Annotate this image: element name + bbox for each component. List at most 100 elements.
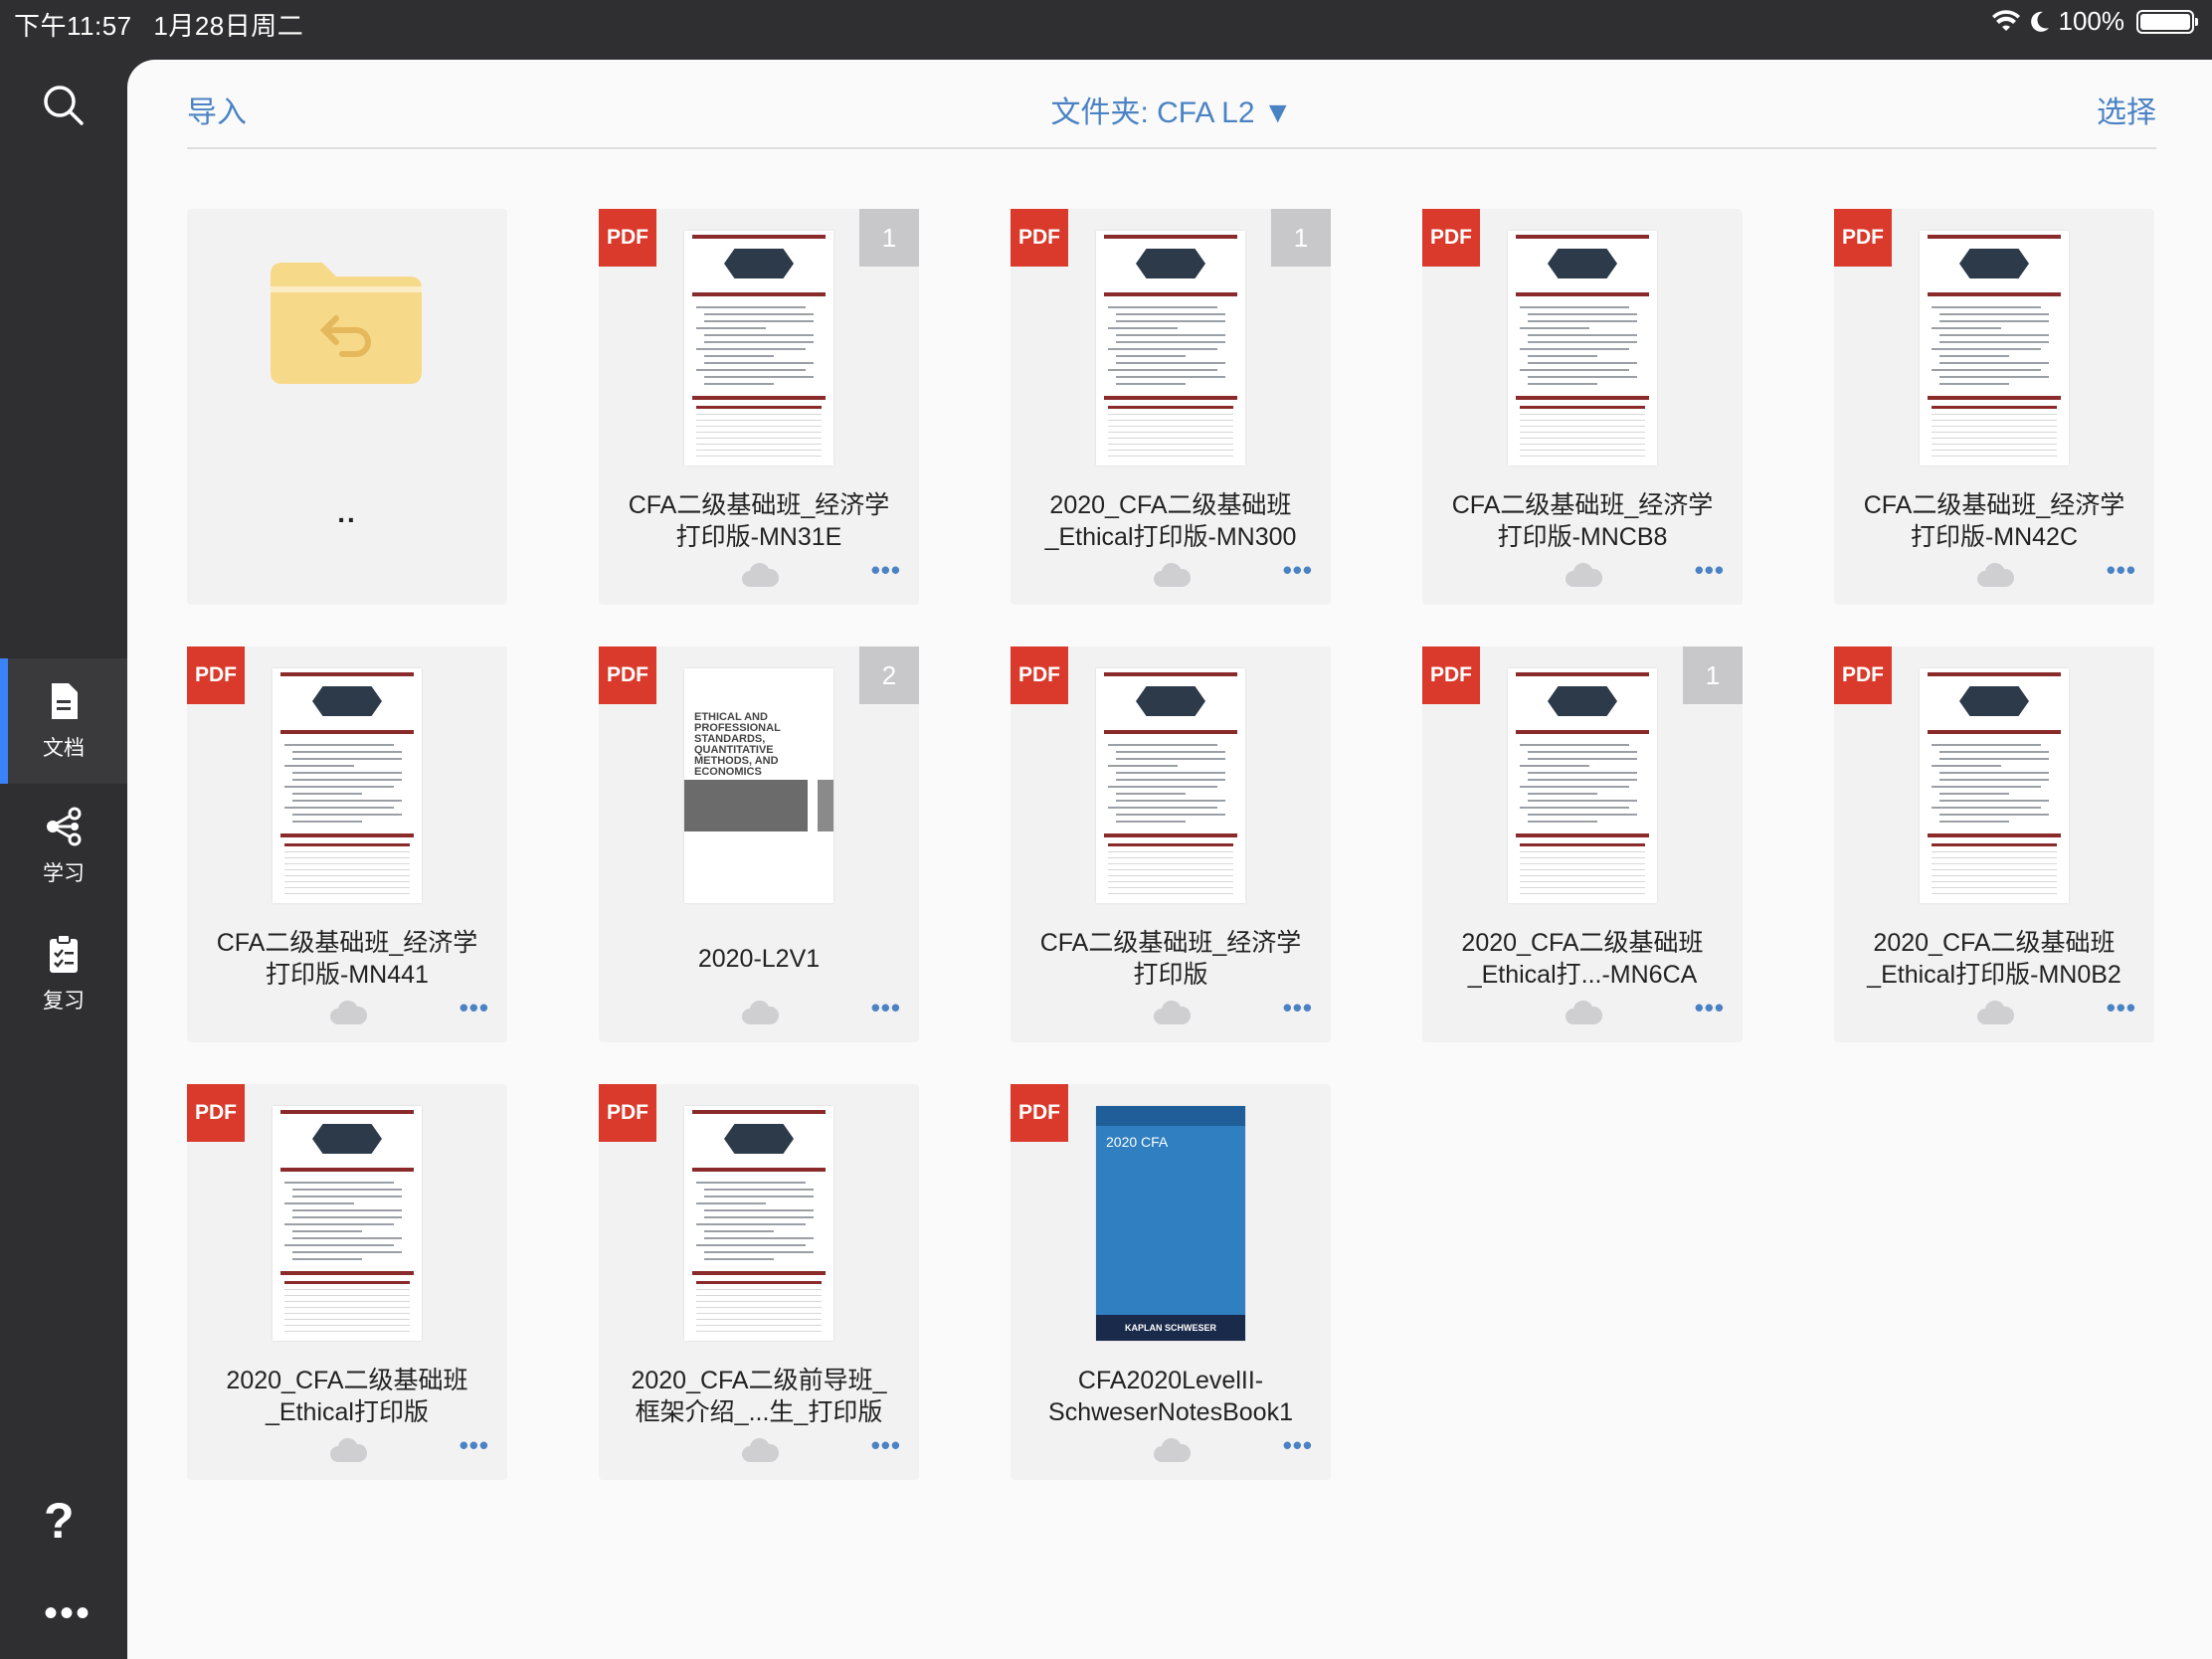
more-options-button[interactable]: •••	[460, 1430, 489, 1461]
thumb-divider-bar	[280, 730, 414, 734]
thumb-text-line	[1116, 383, 1186, 385]
cloud-icon	[1566, 1001, 1602, 1024]
thumb-divider-bar	[280, 1168, 414, 1172]
thumb-text-line	[1116, 334, 1225, 336]
more-options-button[interactable]: •••	[1695, 555, 1725, 586]
thumb-text-line	[1528, 751, 1637, 753]
thumb-text-line	[1528, 821, 1597, 823]
thumb-text-line	[704, 376, 814, 378]
status-time-text: 下午11:57	[14, 11, 132, 41]
thumb-text-line	[1108, 786, 1217, 788]
document-thumbnail	[1920, 231, 2069, 465]
more-options-button[interactable]: •••	[1283, 1430, 1313, 1461]
thumb-text-line	[292, 772, 402, 774]
more-options-button[interactable]: •••	[871, 555, 901, 586]
thumb-header-bar	[1104, 672, 1237, 676]
thumb-text-line	[1116, 821, 1186, 823]
folder-back-icon	[271, 263, 422, 384]
document-card[interactable]: PDF 2020 CFA KAPLAN SCHWESER CFA2020LevelII…	[1011, 1084, 1331, 1480]
more-options-button[interactable]: •••	[2107, 555, 2136, 586]
sidebar-item-review[interactable]: 复习	[0, 911, 127, 1036]
thumb-text-line	[1528, 814, 1637, 816]
document-card[interactable]: PDF CFA二级基础班_经济学 打印版 •••	[1011, 646, 1331, 1042]
document-card[interactable]: PDF 2 ETHICAL AND PROFESSIONAL STANDARDS, …	[599, 646, 919, 1042]
document-card[interactable]: PDF 2020_CFA二级基础班 _Ethical打印版 •••	[187, 1084, 507, 1480]
thumb-hexagon-title	[724, 1124, 794, 1154]
thumb-text-line	[1108, 327, 1178, 329]
status-right: 100%	[1991, 6, 2198, 37]
cover-header-band	[1096, 1106, 1245, 1126]
thumb-text-line	[696, 369, 806, 371]
cover-title-text: 2020 CFA	[1106, 1134, 1169, 1150]
thumb-text-line	[1939, 758, 2049, 760]
thumb-text-line	[1939, 814, 2049, 816]
main-panel: 导入 文件夹: CFA L2 ▼ 选择 .. PDF 1 CFA二级基础班_经济学 打…	[127, 60, 2212, 1659]
thumb-text-line	[1939, 779, 2049, 781]
thumb-text-line	[1528, 772, 1637, 774]
wifi-icon	[1991, 9, 2020, 31]
thumb-divider-bar	[692, 1168, 826, 1172]
document-thumbnail	[273, 1106, 422, 1341]
document-thumbnail	[1096, 668, 1245, 903]
sidebar-item-study[interactable]: 学习	[0, 784, 127, 909]
thumb-text-line	[1520, 786, 1629, 788]
pdf-badge: PDF	[599, 1084, 656, 1142]
document-card[interactable]: PDF CFA二级基础班_经济学 打印版-MNCB8 •••	[1422, 209, 1743, 605]
thumb-text-line	[704, 334, 814, 336]
thumb-text-line	[704, 313, 814, 315]
thumb-text-line	[1116, 800, 1225, 802]
thumb-text-line	[1116, 758, 1225, 760]
document-card[interactable]: PDF 1 2020_CFA二级基础班 _Ethical打...-MN6CA •••	[1422, 646, 1743, 1042]
thumb-text-line	[1528, 779, 1637, 781]
more-options-button[interactable]: •••	[1283, 993, 1313, 1023]
document-card[interactable]: PDF CFA二级基础班_经济学 打印版-MN441 •••	[187, 646, 507, 1042]
select-button[interactable]: 选择	[2097, 88, 2156, 131]
sidebar-item-documents[interactable]: 文档	[0, 658, 127, 784]
thumb-text-line	[1528, 383, 1597, 385]
more-options-button[interactable]: •••	[2107, 993, 2136, 1023]
document-title: 2020-L2V1	[697, 945, 821, 973]
more-options-button[interactable]: •••	[460, 993, 489, 1023]
thumb-header-bar	[280, 1110, 414, 1114]
folder-title-dropdown[interactable]: 文件夹: CFA L2 ▼	[187, 88, 2156, 131]
thumb-text-line	[1939, 362, 2049, 364]
thumb-text-line	[696, 306, 806, 308]
thumb-text-line	[1932, 306, 2041, 308]
thumb-header-bar	[692, 1110, 826, 1114]
document-thumbnail	[1508, 231, 1657, 465]
help-button[interactable]: ?	[44, 1492, 75, 1550]
document-card[interactable]: PDF 2020_CFA二级前导班_ 框架介绍_...生_打印版 •••	[599, 1084, 919, 1480]
thumb-text-line	[1932, 327, 2001, 329]
thumb-text-line	[704, 1258, 774, 1260]
document-card[interactable]: PDF 1 2020_CFA二级基础班 _Ethical打印版-MN300 •••	[1011, 209, 1331, 605]
pdf-badge: PDF	[187, 1084, 245, 1142]
document-card[interactable]: PDF CFA二级基础班_经济学 打印版-MN42C •••	[1834, 209, 2154, 605]
thumb-header-bar	[1516, 672, 1649, 676]
thumb-divider-bar	[692, 1271, 826, 1275]
thumb-hexagon-title	[1959, 686, 2029, 716]
document-card[interactable]: PDF 2020_CFA二级基础班 _Ethical打印版-MN0B2 •••	[1834, 646, 2154, 1042]
parent-folder-card[interactable]: ..	[187, 209, 507, 605]
thumb-divider-bar	[1104, 292, 1237, 296]
thumb-text-line	[1116, 355, 1186, 357]
thumb-text-line	[1939, 376, 2049, 378]
thumb-divider-bar	[1928, 396, 2061, 400]
thumb-text-line	[1939, 355, 2009, 357]
search-icon[interactable]	[40, 82, 88, 129]
thumb-text-line	[704, 355, 774, 357]
thumb-text-line	[1116, 793, 1186, 795]
thumb-text-line	[1116, 772, 1225, 774]
thumb-text-line	[284, 786, 394, 788]
more-options-button[interactable]: •••	[1695, 993, 1725, 1023]
thumb-text-line	[1116, 341, 1225, 343]
thumb-text-line	[696, 1244, 806, 1246]
thumb-text-line	[696, 1182, 806, 1184]
thumb-divider-bar	[1516, 730, 1649, 734]
more-options-button[interactable]: •••	[1283, 555, 1313, 586]
more-options-button[interactable]: •••	[871, 993, 901, 1023]
thumb-text-line	[1528, 334, 1637, 336]
thumb-text-line	[1939, 772, 2049, 774]
document-card[interactable]: PDF 1 CFA二级基础班_经济学 打印版-MN31E •••	[599, 209, 919, 605]
sidebar-more-button[interactable]: •••	[44, 1591, 92, 1636]
more-options-button[interactable]: •••	[871, 1430, 901, 1461]
